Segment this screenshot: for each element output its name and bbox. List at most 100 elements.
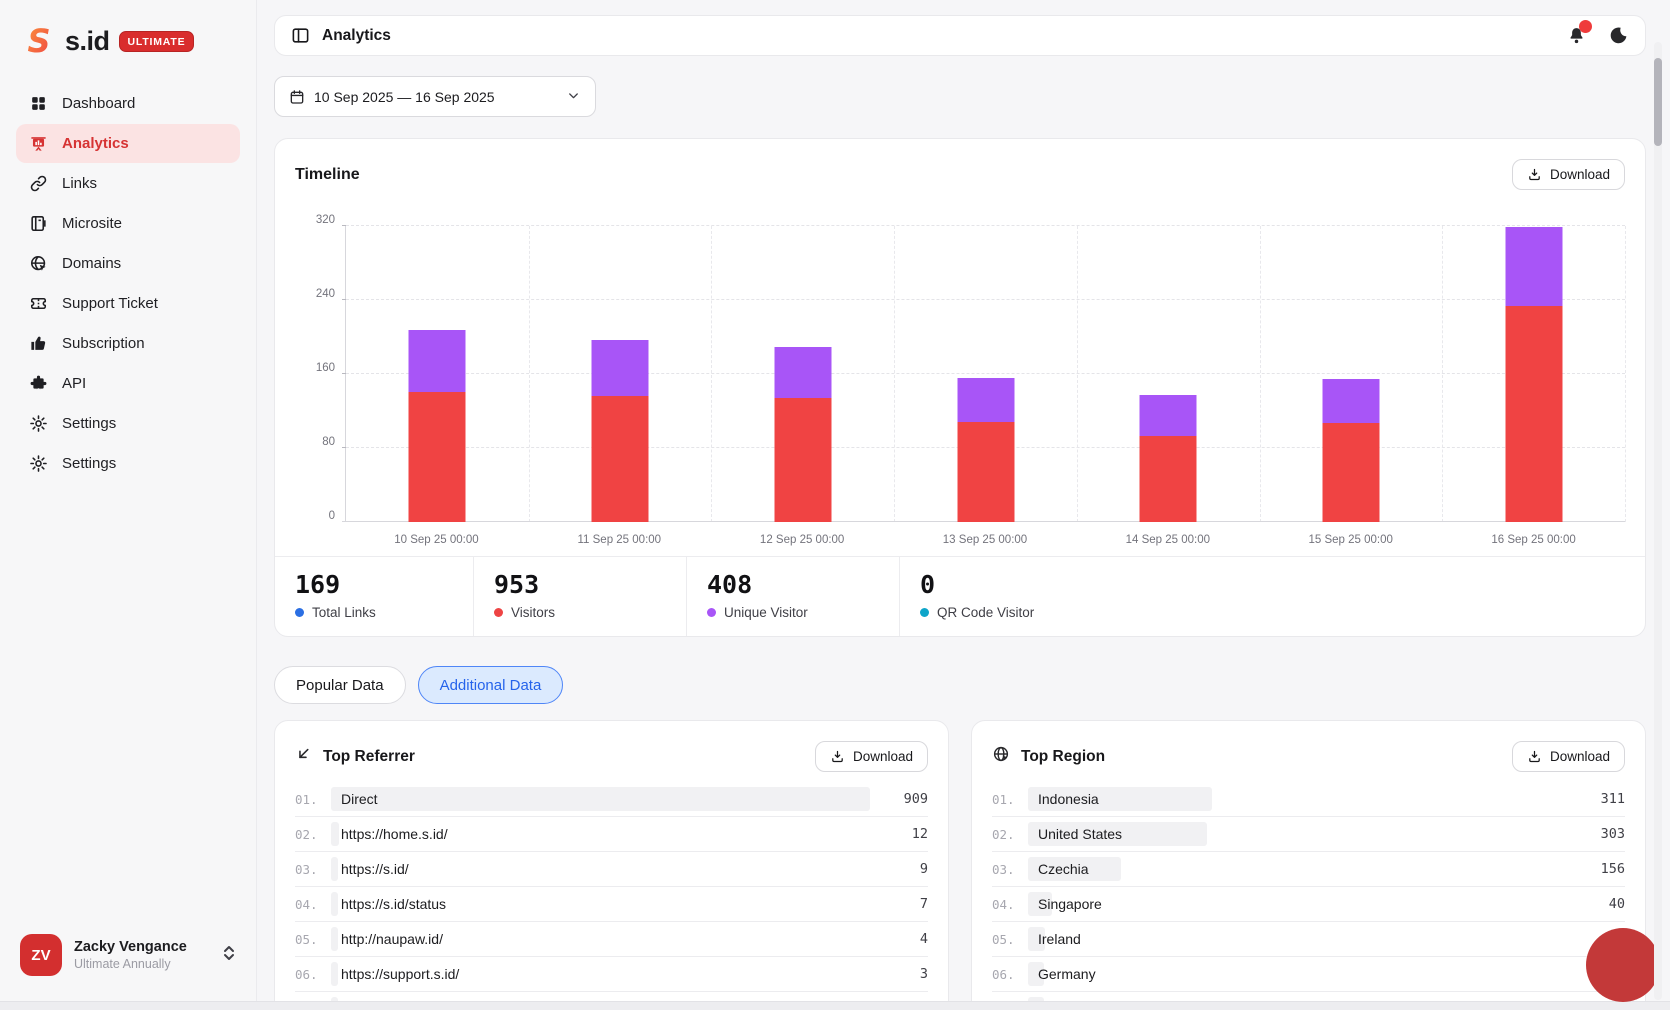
stat-value: 0 [920,570,1645,599]
date-range-select[interactable]: 10 Sep 2025 — 16 Sep 2025 [274,76,596,117]
bar-11-sep [592,340,649,522]
main-content: Analytics 10 Sep 2025 — 16 Sep 2025 Time… [257,0,1670,1010]
microsite-icon [28,214,48,234]
item-label: https://support.s.id/ [331,966,459,982]
item-value: 311 [1567,791,1625,807]
notification-badge [1579,20,1592,33]
legend-dot [707,608,716,617]
y-axis-tick-label: 160 [316,362,335,374]
sidebar-item-microsite[interactable]: Microsite [16,204,240,243]
sidebar-item-label: Settings [62,455,116,472]
stat-label: QR Code Visitor [937,605,1034,620]
sidebar-item-analytics[interactable]: Analytics [16,124,240,163]
item-label: Czechia [1028,861,1089,877]
user-profile[interactable]: ZV Zacky Vengance Ultimate Annually [16,928,240,982]
date-range-value: 10 Sep 2025 — 16 Sep 2025 [314,89,495,105]
sidebar-item-label: Support Ticket [62,295,158,312]
legend-dot [494,608,503,617]
avatar: ZV [20,934,62,976]
stat-value: 953 [494,570,686,599]
topbar: Analytics [274,15,1646,56]
region-title: Top Region [1021,748,1105,766]
list-item: 03.https://s.id/9 [295,852,928,887]
rank-number: 01. [992,792,1028,807]
item-label: Indonesia [1028,791,1099,807]
vertical-scrollbar[interactable] [1654,42,1662,1000]
list-item: 02.https://home.s.id/12 [295,817,928,852]
item-value: 12 [870,826,928,842]
value-bar [331,787,870,811]
sidebar-toggle-icon[interactable] [291,26,310,45]
item-value: 9 [870,861,928,877]
stat-unique-visitor: 408Unique Visitor [686,557,899,636]
download-icon [830,749,845,764]
rank-number: 02. [992,827,1028,842]
rank-number: 06. [992,967,1028,982]
item-label: https://home.s.id/ [331,826,448,842]
item-label: Ireland [1028,931,1081,947]
rank-number: 05. [992,932,1028,947]
list-item: 05.http://naupaw.id/4 [295,922,928,957]
tab-popular-data[interactable]: Popular Data [274,666,406,704]
bar-14-sep [1140,395,1197,522]
item-value: 909 [870,791,928,807]
sidebar-item-settings[interactable]: Settings [16,404,240,443]
list-item: 04.https://s.id/status7 [295,887,928,922]
rank-number: 01. [295,792,331,807]
x-axis-tick-label: 14 Sep 25 00:00 [1088,534,1248,546]
rank-number: 05. [295,932,331,947]
scrollbar-thumb[interactable] [1654,58,1662,146]
stat-label: Total Links [312,605,376,620]
sidebar-item-label: Subscription [62,335,145,352]
region-download-button[interactable]: Download [1512,741,1625,772]
page-title: Analytics [322,27,391,45]
y-axis-tick-label: 320 [316,214,335,226]
sidebar-item-subscription[interactable]: Subscription [16,324,240,363]
y-axis-tick-label: 80 [322,436,335,448]
sidebar-item-domains[interactable]: Domains [16,244,240,283]
support-ticket-icon [28,294,48,314]
data-tabs: Popular Data Additional Data [274,666,1646,704]
dashboard-icon [28,94,48,114]
top-referrer-card: Top Referrer Download 01.Direct90902.htt… [274,720,949,1010]
list-item: 06.Germany [992,957,1625,992]
stat-total-links: 169 Total Links [275,557,473,636]
list-item: 06.https://support.s.id/3 [295,957,928,992]
sidebar-item-label: Settings [62,415,116,432]
x-axis-tick-label: 11 Sep 25 00:00 [539,534,699,546]
dark-mode-toggle[interactable] [1608,25,1629,46]
stat-label: Visitors [511,605,555,620]
horizontal-scrollbar[interactable] [0,1001,1670,1010]
floating-action-button[interactable] [1586,928,1660,1002]
timeline-title: Timeline [295,166,360,184]
timeline-chart: 080160240320 10 Sep 25 00:0011 Sep 25 00… [295,214,1625,556]
svg-text:S: S [27,24,50,58]
tab-additional-data[interactable]: Additional Data [418,666,564,704]
sidebar-item-label: Microsite [62,215,122,232]
legend-dot [920,608,929,617]
logo[interactable]: S s.id ULTIMATE [16,24,240,58]
sidebar-item-settings[interactable]: Settings [16,444,240,483]
sidebar-item-support-ticket[interactable]: Support Ticket [16,284,240,323]
sidebar-item-links[interactable]: Links [16,164,240,203]
notifications-button[interactable] [1566,25,1588,47]
settings-icon [28,414,48,434]
list-item: 03.Czechia156 [992,852,1625,887]
timeline-download-button[interactable]: Download [1512,159,1625,190]
sidebar-nav: DashboardAnalyticsLinks Microsite Domains S… [16,84,240,483]
rank-number: 03. [295,862,331,877]
stat-value: 169 [295,570,473,599]
timeline-card: Timeline Download 080160240320 10 Sep 25… [274,138,1646,637]
item-label: Singapore [1028,896,1102,912]
referrer-download-button[interactable]: Download [815,741,928,772]
sidebar-item-label: Domains [62,255,121,272]
x-axis-tick-label: 12 Sep 25 00:00 [722,534,882,546]
stat-label: Unique Visitor [724,605,808,620]
sidebar-item-api[interactable]: API [16,364,240,403]
item-value: 3 [870,966,928,982]
sidebar-item-dashboard[interactable]: Dashboard [16,84,240,123]
item-value: 7 [870,896,928,912]
calendar-icon [289,89,305,105]
x-axis-tick-label: 13 Sep 25 00:00 [905,534,1065,546]
top-region-card: Top Region Download 01.Indonesia31102.Un… [971,720,1646,1010]
